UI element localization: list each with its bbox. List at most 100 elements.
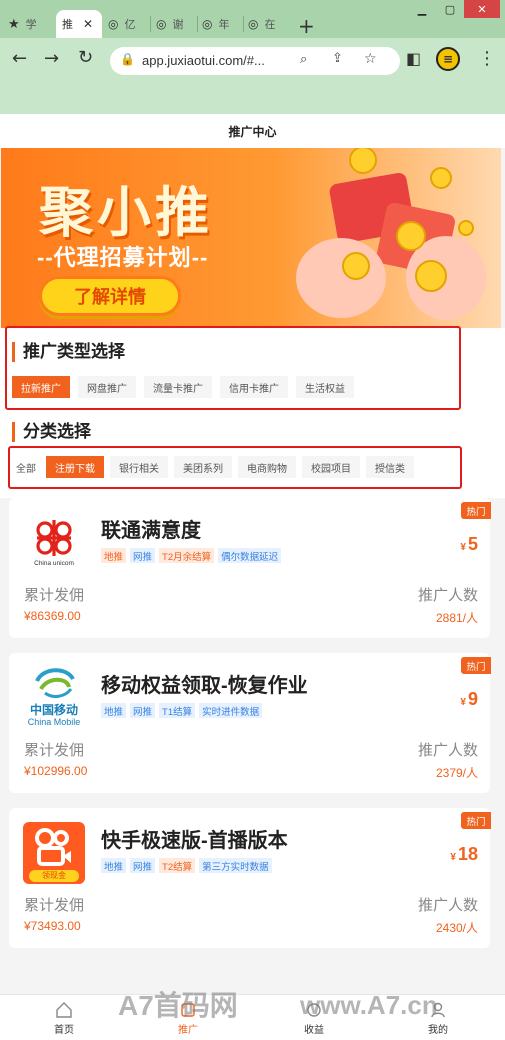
people-label: 推广人数 xyxy=(417,897,478,914)
address-bar[interactable]: 🔒 app.juxiaotui.com/#... ⌕ ⇪ ☆ xyxy=(110,47,400,75)
page-header-band xyxy=(0,82,505,114)
star-icon: ★ xyxy=(8,16,20,32)
kuaishou-logo-badge: 领现金 xyxy=(29,870,79,882)
people-value: 2430/人 xyxy=(435,921,478,935)
nav-profile-label: 我的 xyxy=(428,1025,448,1036)
recruit-banner[interactable]: 聚小推 --代理招募计划-- 了解详情 xyxy=(1,148,501,328)
watermark-left: A7首码网 xyxy=(118,990,238,1021)
task-title: 快手极速版-首播版本 xyxy=(101,830,288,852)
tab-4[interactable]: ◎ 谢 xyxy=(156,10,196,38)
mobile-logo-text-cn: 中国移动 xyxy=(29,703,78,717)
extension-icon[interactable]: ≡ xyxy=(436,47,460,71)
currency-symbol: ¥ xyxy=(460,542,466,553)
task-reward: ¥18 xyxy=(450,844,478,865)
task-tag: 网推 xyxy=(130,703,156,718)
task-tag: 地推 xyxy=(101,858,127,873)
banner-title: 聚小推 xyxy=(39,183,213,243)
reward-amount: 9 xyxy=(467,689,478,709)
globe-icon: ◎ xyxy=(248,17,259,31)
page-title: 推广中心 xyxy=(0,114,505,148)
task-card[interactable]: 领现金 快手极速版-首播版本 地推 网推 T2结算 第三方实时数据 热门 ¥18… xyxy=(9,808,491,948)
people-value: 2881/人 xyxy=(435,611,478,625)
task-tag: 实时进件数据 xyxy=(199,703,263,718)
browser-tab-strip: ★ 学 推 ✕ ◎ 亿 ◎ 谢 ◎ 年 ◎ 在 + ▁ ▢ ✕ xyxy=(0,0,505,38)
category-title: 分类选择 xyxy=(12,422,91,442)
task-tag: T2结算 xyxy=(159,858,196,873)
task-tag: T1结算 xyxy=(159,703,196,718)
mobile-logo-text: China Mobile xyxy=(27,717,81,727)
learn-more-button[interactable]: 了解详情 xyxy=(39,276,181,316)
commission-value: ¥73493.00 xyxy=(24,919,81,933)
nav-promote-label: 推广 xyxy=(178,1025,198,1036)
task-tag: 地推 xyxy=(101,703,127,718)
task-card[interactable]: 中国移动 China Mobile 移动权益领取-恢复作业 地推 网推 T1结算… xyxy=(9,653,491,793)
hot-badge: 热门 xyxy=(461,502,491,519)
close-icon[interactable]: ✕ xyxy=(83,17,93,31)
currency-symbol: ¥ xyxy=(450,852,456,863)
app-page: 推广中心 聚小推 --代理招募计划-- 了解详情 推广类型选择 拉新推广 网盘推… xyxy=(0,114,505,1040)
lock-icon: 🔒 xyxy=(120,52,135,66)
task-tag: 网推 xyxy=(130,548,156,563)
window-close-icon[interactable]: ✕ xyxy=(464,0,500,18)
zoom-icon[interactable]: ⌕ xyxy=(300,52,307,67)
globe-icon: ◎ xyxy=(156,17,167,31)
commission-label: 累计发佣 xyxy=(24,587,85,604)
tab-3[interactable]: ◎ 亿 xyxy=(108,10,148,38)
nav-home[interactable]: 首页 xyxy=(34,1001,94,1036)
task-tag: 偶尔数据延迟 xyxy=(218,548,282,563)
reward-amount: 18 xyxy=(457,844,478,864)
task-tag: 网推 xyxy=(130,858,156,873)
task-tags: 地推 网推 T1结算 实时进件数据 xyxy=(101,703,263,718)
tab-2-label: 推 xyxy=(62,18,73,31)
task-reward: ¥9 xyxy=(460,689,478,710)
tab-5-label: 年 xyxy=(218,18,230,31)
tab-5[interactable]: ◎ 年 xyxy=(202,10,242,38)
kuaishou-logo: 领现金 xyxy=(23,822,85,884)
commission-label: 累计发佣 xyxy=(24,897,85,914)
task-title: 移动权益领取-恢复作业 xyxy=(101,675,308,697)
menu-icon[interactable]: ⋮ xyxy=(478,50,496,68)
share-icon[interactable]: ⇪ xyxy=(332,51,343,66)
reload-icon[interactable]: ↻ xyxy=(78,49,93,67)
china-mobile-logo: 中国移动 China Mobile xyxy=(23,667,85,729)
globe-icon: ◎ xyxy=(202,17,213,31)
task-reward: ¥5 xyxy=(460,534,478,555)
tab-1[interactable]: ★ 学 xyxy=(8,10,54,38)
commission-label: 累计发佣 xyxy=(24,742,85,759)
task-tags: 地推 网推 T2月余结算 偶尔数据延迟 xyxy=(101,548,282,563)
tab-6[interactable]: ◎ 在 xyxy=(248,10,288,38)
people-label: 推广人数 xyxy=(417,587,478,604)
china-unicom-logo: China unicom xyxy=(23,512,85,574)
nav-home-label: 首页 xyxy=(54,1025,74,1036)
minimize-icon[interactable]: ▁ xyxy=(408,0,436,18)
back-icon[interactable]: ← xyxy=(12,50,27,68)
hot-badge: 热门 xyxy=(461,812,491,829)
currency-symbol: ¥ xyxy=(460,697,466,708)
task-card[interactable]: China unicom 联通满意度 地推 网推 T2月余结算 偶尔数据延迟 热… xyxy=(9,498,491,638)
bookmark-star-icon[interactable]: ☆ xyxy=(364,51,377,67)
commission-value: ¥86369.00 xyxy=(24,609,81,623)
task-tags: 地推 网推 T2结算 第三方实时数据 xyxy=(101,858,272,873)
tab-1-label: 学 xyxy=(25,18,37,31)
sidepanel-icon[interactable]: ◧ xyxy=(406,51,421,67)
new-tab-button[interactable]: + xyxy=(298,12,318,40)
tab-4-label: 谢 xyxy=(172,18,184,31)
forward-icon[interactable]: → xyxy=(44,50,59,68)
unicom-logo-text: China unicom xyxy=(34,560,74,567)
people-label: 推广人数 xyxy=(417,742,478,759)
banner-subtitle: --代理招募计划-- xyxy=(37,245,209,270)
hot-badge: 热门 xyxy=(461,657,491,674)
task-tag: 地推 xyxy=(101,548,127,563)
highlight-box-category xyxy=(8,446,462,489)
tab-6-label: 在 xyxy=(264,18,276,31)
reward-amount: 5 xyxy=(467,534,478,554)
task-tag: T2月余结算 xyxy=(159,548,215,563)
commission-value: ¥102996.00 xyxy=(24,764,88,778)
tab-3-label: 亿 xyxy=(124,18,136,31)
home-icon xyxy=(56,1002,72,1018)
maximize-icon[interactable]: ▢ xyxy=(436,0,464,18)
watermark-right: www.A7.cn xyxy=(300,990,438,1020)
tab-2-active[interactable]: 推 ✕ xyxy=(56,10,102,38)
nav-income-label: 收益 xyxy=(304,1025,324,1036)
task-title: 联通满意度 xyxy=(101,520,201,542)
